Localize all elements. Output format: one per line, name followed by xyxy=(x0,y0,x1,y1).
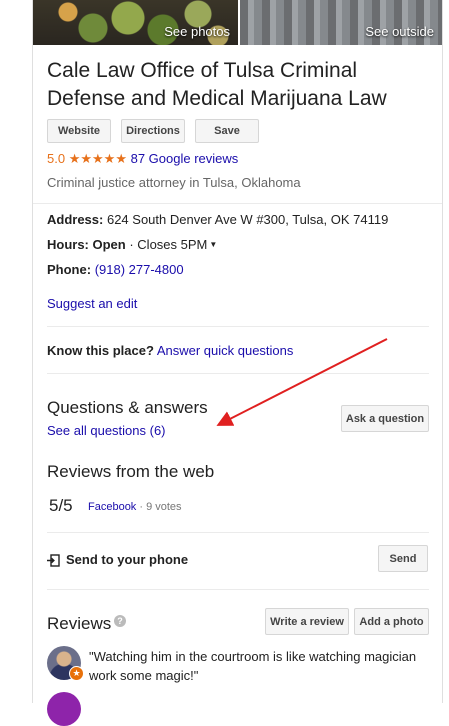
vote-count: · 9 votes xyxy=(136,501,182,513)
add-photo-button[interactable]: Add a photo xyxy=(354,608,429,635)
directions-button[interactable]: Directions xyxy=(121,119,185,143)
know-this-place: Know this place? Answer quick questions xyxy=(47,343,293,358)
address-value[interactable]: 624 South Denver Ave W #300, Tulsa, OK 7… xyxy=(103,212,388,227)
rating-value: 5.0 xyxy=(47,151,66,166)
see-photos-caption[interactable]: See photos xyxy=(164,24,230,39)
knowledge-panel: See photos See outside Cale Law Office o… xyxy=(32,0,443,726)
website-button[interactable]: Website xyxy=(47,119,111,143)
business-title: Cale Law Office of Tulsa Criminal Defens… xyxy=(47,59,387,110)
hours-detail[interactable]: · Closes 5PM xyxy=(126,237,207,252)
hours-label: Hours: xyxy=(47,237,89,252)
google-reviews-link[interactable]: 87 Google reviews xyxy=(131,151,239,166)
suggest-edit-link[interactable]: Suggest an edit xyxy=(47,296,137,311)
hours-status: Open xyxy=(88,237,126,252)
send-to-phone-icon xyxy=(47,554,60,567)
phone-row: Phone: (918) 277-4800 xyxy=(47,262,184,277)
phone-label: Phone: xyxy=(47,262,92,277)
qa-heading: Questions & answers xyxy=(47,398,208,417)
local-guide-star-icon: ★ xyxy=(69,666,84,681)
divider xyxy=(47,532,429,533)
hours-row[interactable]: Hours: Open · Closes 5PM ▼ xyxy=(47,237,217,252)
write-review-button[interactable]: Write a review xyxy=(265,608,349,635)
business-category: Criminal justice attorney in Tulsa, Okla… xyxy=(47,175,301,190)
see-all-questions-link[interactable]: See all questions (6) xyxy=(47,423,166,438)
photo-strip: See photos See outside xyxy=(33,0,442,45)
review-quote[interactable]: "Watching him in the courtroom is like w… xyxy=(89,647,429,685)
star-rating-icon: ★★★★★ xyxy=(68,151,127,166)
web-reviews-heading: Reviews from the web xyxy=(47,462,215,481)
photo-interior[interactable]: See photos xyxy=(33,0,238,45)
rating-row: 5.0 ★★★★★ 87 Google reviews xyxy=(47,151,238,167)
photo-exterior[interactable]: See outside xyxy=(240,0,442,45)
address-label: Address: xyxy=(47,212,104,227)
caret-down-icon[interactable]: ▼ xyxy=(209,240,217,249)
know-label: Know this place? xyxy=(47,343,154,358)
reviews-heading: Reviews xyxy=(47,614,112,633)
avatar[interactable] xyxy=(47,692,81,726)
divider xyxy=(47,326,429,327)
divider xyxy=(33,203,442,204)
ask-question-button[interactable]: Ask a question xyxy=(341,405,429,432)
address-row: Address: 624 South Denver Ave W #300, Tu… xyxy=(47,212,388,227)
web-review-source: Facebook · 9 votes xyxy=(88,501,182,513)
save-button[interactable]: Save xyxy=(195,119,259,143)
divider xyxy=(47,589,429,590)
divider xyxy=(47,373,429,374)
phone-link[interactable]: (918) 277-4800 xyxy=(95,262,184,277)
send-button[interactable]: Send xyxy=(378,545,428,572)
help-icon[interactable]: ? xyxy=(114,615,126,627)
see-outside-caption[interactable]: See outside xyxy=(365,24,434,39)
send-to-phone-row[interactable]: Send to your phone xyxy=(47,552,188,567)
web-review-score: 5/5 xyxy=(49,496,73,515)
answer-questions-link[interactable]: Answer quick questions xyxy=(157,343,294,358)
send-to-phone-label: Send to your phone xyxy=(66,552,189,567)
facebook-link[interactable]: Facebook xyxy=(88,501,136,513)
